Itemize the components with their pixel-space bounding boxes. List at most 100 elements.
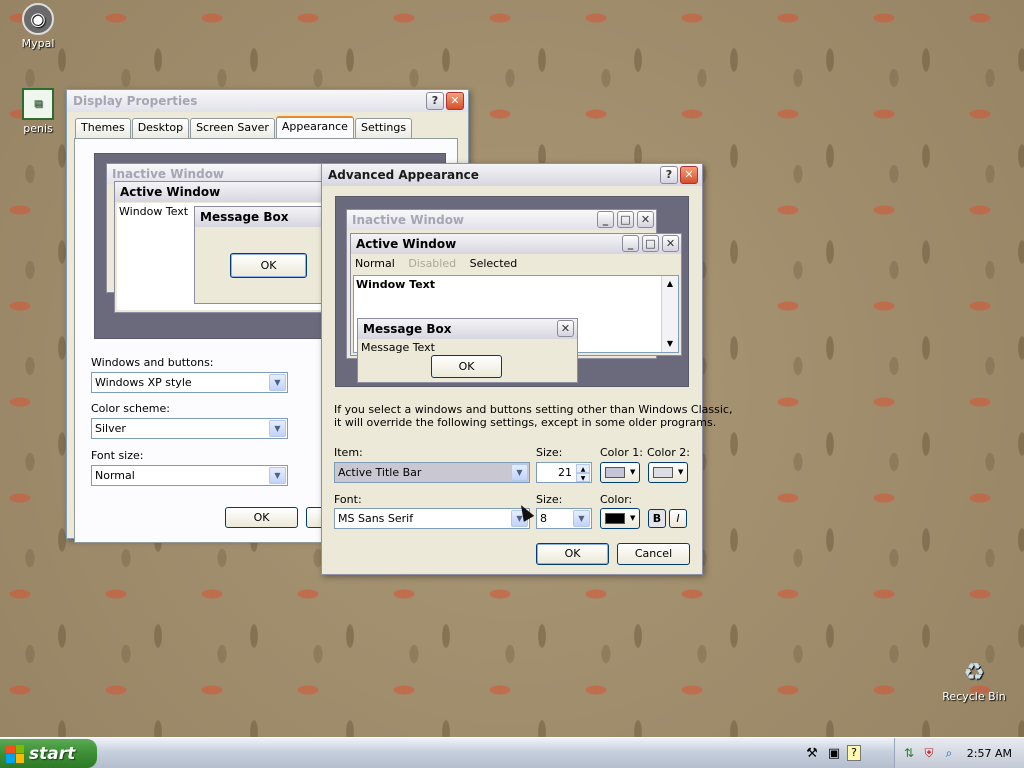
close-icon: ✕: [637, 211, 654, 228]
chevron-down-icon[interactable]: ▼: [511, 464, 528, 481]
font-label: Font:: [334, 493, 362, 506]
font-color-label: Color:: [600, 493, 633, 506]
start-label: start: [29, 743, 76, 764]
font-size-value: Normal: [95, 469, 135, 482]
color-swatch: [653, 467, 673, 478]
bold-toggle[interactable]: B: [648, 509, 666, 528]
color1-label: Color 1:: [600, 446, 643, 459]
desktop-icon-label: penis: [23, 122, 53, 135]
spin-up-icon[interactable]: ▲: [576, 463, 590, 473]
preview-ok-button: OK: [431, 355, 502, 378]
preview-message-box-title-text: Message Box: [363, 322, 452, 336]
help-icon[interactable]: ?: [847, 745, 861, 761]
window-title: Display Properties: [73, 94, 198, 108]
font-size-select[interactable]: Normal ▼: [91, 465, 288, 486]
color2-picker[interactable]: ▼: [648, 462, 688, 483]
color-swatch: [605, 467, 625, 478]
tab-strip: Themes Desktop Screen Saver Appearance S…: [75, 116, 413, 138]
close-icon: ✕: [557, 320, 574, 337]
preview-menu-normal: Normal: [355, 257, 395, 270]
font-size-select[interactable]: 8 ▼: [536, 508, 592, 529]
preview-menu-selected: Selected: [469, 257, 518, 270]
color1-picker[interactable]: ▼: [600, 462, 640, 483]
tab-screen-saver[interactable]: Screen Saver: [190, 118, 275, 138]
preview-window-text: Window Text: [356, 278, 436, 291]
tab-themes[interactable]: Themes: [75, 118, 131, 138]
dialog-title: Advanced Appearance: [328, 168, 479, 182]
ok-button[interactable]: OK: [536, 543, 609, 565]
font-color-picker[interactable]: ▼: [600, 508, 640, 529]
display-properties-titlebar[interactable]: Display Properties ? ✕: [67, 90, 468, 112]
security-shield-icon[interactable]: ⛨: [921, 745, 937, 761]
chevron-down-icon: ▼: [630, 514, 636, 522]
item-label: Item:: [334, 446, 363, 459]
size-value: 21: [558, 466, 572, 479]
recycle-bin-icon: ♻: [963, 658, 985, 686]
chevron-down-icon[interactable]: ▼: [269, 374, 286, 391]
windows-buttons-value: Windows XP style: [95, 376, 192, 389]
desktop-icon-recycle-bin[interactable]: ♻ Recycle Bin: [939, 656, 1009, 703]
item-value: Active Title Bar: [338, 466, 422, 479]
desktop-icon-mypal[interactable]: ◉ Mypal: [3, 3, 73, 50]
color-scheme-select[interactable]: Silver ▼: [91, 418, 288, 439]
advanced-appearance-dialog: Advanced Appearance ? ✕ Inactive Window …: [321, 163, 732, 575]
preview-ok-button: OK: [230, 253, 307, 278]
color-scheme-value: Silver: [95, 422, 126, 435]
size-spinner[interactable]: 21 ▲ ▼: [536, 462, 592, 483]
ok-button[interactable]: OK: [225, 507, 298, 528]
scroll-up-icon: ▲: [666, 279, 674, 288]
minimize-icon: _: [622, 235, 639, 252]
taskbar: start ⚒ ▣ ? ⇅ ⛨ ⌕ 2:57 AM: [0, 737, 1024, 768]
preview-inactive-title-text: Inactive Window: [352, 213, 465, 227]
tab-desktop[interactable]: Desktop: [131, 118, 190, 138]
preview-window-text: Window Text: [119, 205, 189, 218]
color2-label: Color 2:: [647, 446, 690, 459]
desktop-icon-label: Recycle Bin: [942, 690, 1006, 703]
preview-active-title: Active Window _ □ ✕: [351, 234, 681, 254]
info-text-line1: If you select a windows and buttons sett…: [334, 403, 733, 416]
document-icon: ▤: [22, 88, 54, 120]
close-button[interactable]: ✕: [446, 92, 464, 110]
close-button[interactable]: ✕: [680, 166, 698, 184]
spin-down-icon[interactable]: ▼: [576, 472, 590, 482]
font-size-label: Font size:: [91, 449, 144, 462]
size-label: Size:: [536, 446, 563, 459]
display-icon[interactable]: ▣: [825, 745, 843, 763]
search-icon[interactable]: ⌕: [941, 745, 957, 761]
preview-message-box-title: Message Box ✕: [358, 319, 577, 339]
chevron-down-icon[interactable]: ▼: [573, 510, 590, 527]
font-size-value: 8: [540, 512, 547, 525]
preview-message-box: Message Box ✕ Message Text OK: [357, 318, 578, 383]
font-size-label: Size:: [536, 493, 563, 506]
preview-menu-bar: Normal Disabled Selected: [351, 254, 681, 274]
clock[interactable]: 2:57 AM: [967, 747, 1012, 760]
preview-menu-disabled: Disabled: [408, 257, 457, 270]
network-icon[interactable]: ⇅: [901, 745, 917, 761]
maximize-icon: □: [617, 211, 634, 228]
preview-inactive-title: Inactive Window _ □ ✕: [347, 210, 656, 230]
tab-appearance[interactable]: Appearance: [275, 116, 354, 138]
help-button[interactable]: ?: [426, 92, 444, 110]
network-tool-icon[interactable]: ⚒: [803, 745, 821, 763]
windows-buttons-label: Windows and buttons:: [91, 356, 214, 369]
close-icon: ✕: [662, 235, 679, 252]
windows-buttons-select[interactable]: Windows XP style ▼: [91, 372, 288, 393]
chevron-down-icon[interactable]: ▼: [269, 420, 286, 437]
spin-buttons[interactable]: ▲ ▼: [576, 463, 590, 482]
item-select[interactable]: Active Title Bar ▼: [334, 462, 530, 483]
advanced-appearance-titlebar[interactable]: Advanced Appearance ? ✕: [322, 164, 702, 186]
font-select[interactable]: MS Sans Serif ▼: [334, 508, 530, 529]
desktop-icon-penis[interactable]: ▤ penis: [3, 88, 73, 135]
system-tray: ⇅ ⛨ ⌕ 2:57 AM: [894, 738, 1024, 768]
minimize-icon: _: [597, 211, 614, 228]
start-button[interactable]: start: [0, 739, 97, 768]
cancel-button[interactable]: Cancel: [617, 543, 690, 565]
help-button[interactable]: ?: [660, 166, 678, 184]
italic-toggle[interactable]: I: [669, 509, 687, 528]
preview-message-text: Message Text: [361, 341, 435, 354]
preview-active-title-text: Active Window: [356, 237, 457, 251]
chevron-down-icon[interactable]: ▼: [269, 467, 286, 484]
color-swatch: [605, 513, 625, 524]
tab-settings[interactable]: Settings: [354, 118, 413, 138]
color-scheme-label: Color scheme:: [91, 402, 170, 415]
